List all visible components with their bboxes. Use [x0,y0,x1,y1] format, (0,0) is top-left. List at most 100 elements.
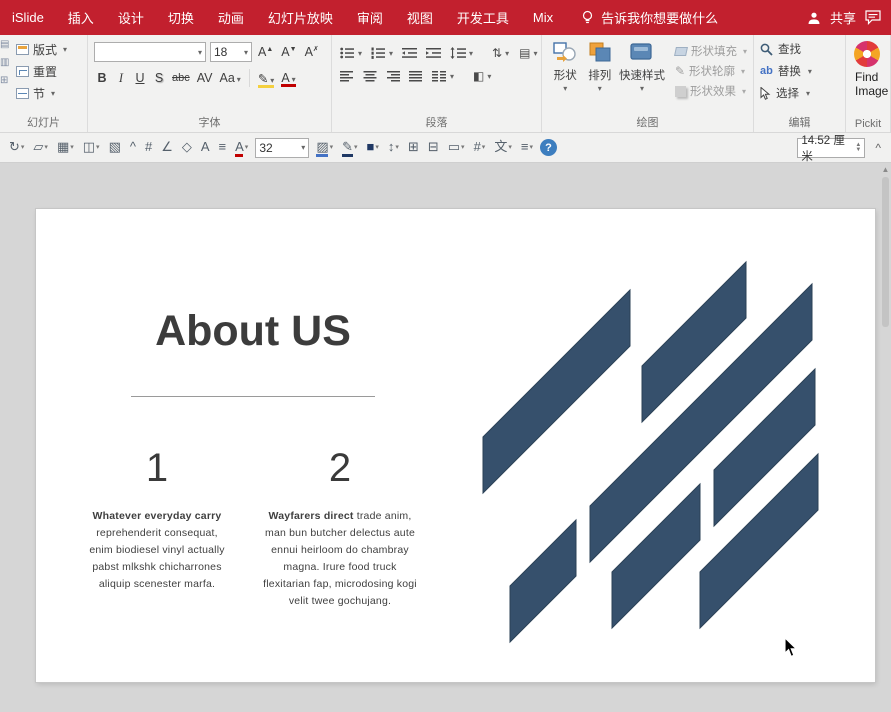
section-button[interactable]: 节 ▾ [16,85,67,102]
convert-smartart-button[interactable]: ◧ ▾ [471,67,493,85]
bullets-button[interactable]: ▾ [338,45,364,61]
menu-tab-slideshow[interactable]: 幻灯片放映 [256,0,345,35]
pickit-logo-icon[interactable] [854,41,880,67]
select-button[interactable]: 选择 ▾ [760,85,839,101]
draw-angle-icon[interactable]: ∠ [158,138,176,158]
ribbon: ▤ ▥ ⊞ 版式 ▾ 重置 节 ▾ 幻灯片 ▾ 18 ▾ A▲ A▼ A✗ B … [0,35,891,133]
slide-canvas[interactable]: About US 1 Whatever everyday carry repre… [0,163,891,712]
collapse-toolbar-icon[interactable]: ^ [875,141,881,155]
vertical-scrollbar[interactable]: ▲ [880,163,891,712]
more-options-icon[interactable]: ≡ ▾ [518,138,536,158]
ribbon-group-slides: ▤ ▥ ⊞ 版式 ▾ 重置 节 ▾ 幻灯片 [0,35,88,132]
insert-caret-icon[interactable]: ^ [127,138,139,158]
reset-slide-button[interactable]: 重置 [16,63,67,80]
replace-button[interactable]: ab 替换 ▾ [760,63,839,79]
clear-formatting-button[interactable]: A✗ [303,44,321,60]
font-size-combobox[interactable]: 18 ▾ [210,42,252,62]
shape-fill-button[interactable]: 形状填充 ▾ [674,43,747,59]
menu-tab-mix[interactable]: Mix [521,0,565,35]
slide-title-textbox[interactable]: About US [73,307,433,356]
spinner-arrows-icon[interactable]: ▲ ▼ [855,142,861,153]
chevron-down-icon: ▾ [96,143,100,151]
shape-outline-button[interactable]: ✎ 形状轮廓 ▾ [675,63,747,79]
text-style-icon[interactable]: 文 ▾ [491,138,515,158]
column-1-text[interactable]: Whatever everyday carry reprehenderit co… [86,508,228,593]
measurement-input[interactable]: 14.52 厘米 ▲ ▼ [797,135,866,163]
align-paragraph-icon[interactable]: ≡ [216,138,230,158]
content-column-2[interactable]: 2 Wayfarers direct trade anim, man bun b… [262,442,418,610]
format-painter-icon[interactable]: ▧ [106,138,124,158]
column-2-text[interactable]: Wayfarers direct trade anim, man bun but… [262,508,418,610]
shape-3d-icon[interactable]: ◇ [179,138,195,158]
change-case-button[interactable]: Aa ▾ [218,70,243,86]
share-button[interactable]: 共享 [830,8,856,27]
menu-tab-transitions[interactable]: 切换 [156,0,206,35]
line-spacing-button[interactable]: ▾ [448,45,475,61]
increase-indent-button[interactable] [424,45,443,61]
menu-tab-insert[interactable]: 插入 [56,0,106,35]
character-spacing-button[interactable]: AV [195,70,215,86]
decrease-indent-button[interactable] [400,45,419,61]
insert-hash-icon[interactable]: # [142,138,155,158]
find-button[interactable]: 查找 [760,41,839,57]
size-combobox[interactable]: 32 ▾ [255,137,310,158]
copy-style-icon[interactable]: ⊟ [425,138,442,158]
text-box-icon[interactable]: A [198,138,213,158]
rotate-shape-icon[interactable]: ↻ ▾ [6,138,27,158]
scroll-up-icon[interactable]: ▲ [880,165,891,174]
bold-button[interactable]: B [94,70,110,86]
align-left-button[interactable] [338,68,356,84]
grow-font-button[interactable]: A▲ [256,44,275,60]
title-divider-line[interactable] [131,396,375,397]
chevron-down-icon: ▾ [244,143,249,151]
menu-tab-developer[interactable]: 开发工具 [445,0,521,35]
row-spacing-icon[interactable]: ↕ ▾ [385,138,402,158]
font-color-icon[interactable]: A ▾ [232,138,251,158]
ribbon-group-drawing: 形状 ▾ 排列 ▾ 快速样式 ▾ 形状填充 ▾ ✎ 形状轮廓 ▾ 形状效果 ▾ … [542,35,754,132]
shrink-font-button[interactable]: A▼ [279,44,298,60]
shapes-button[interactable]: 形状 ▾ [548,41,582,116]
font-color-button[interactable]: A ▾ [279,70,297,87]
column-1-number[interactable]: 1 [86,442,228,494]
slide[interactable]: About US 1 Whatever everyday carry repre… [36,209,875,682]
menu-tab-review[interactable]: 审阅 [345,0,395,35]
strikethrough-button[interactable]: abc [170,71,192,85]
align-center-button[interactable] [361,68,379,84]
menu-tab-view[interactable]: 视图 [395,0,445,35]
grid-guides-icon[interactable]: ▦ ▾ [54,138,77,158]
align-text-button[interactable]: ▤ ▾ [517,44,539,62]
diagonal-stripes-graphic[interactable] [480,252,825,644]
italic-button[interactable]: I [113,70,129,87]
edit-shape-icon[interactable]: ▱ ▾ [30,138,51,158]
justify-button[interactable] [407,68,425,84]
numbering-button[interactable]: ▾ [369,45,395,61]
fill-color-icon[interactable]: ▨ ▾ [313,138,336,158]
insert-rectangle-icon[interactable]: ▭ ▾ [445,138,468,158]
columns-button[interactable]: ▾ [430,68,456,84]
text-shadow-button[interactable]: S [151,70,167,86]
duplicate-object-icon[interactable]: ⊞ [405,138,422,158]
arrange-align-icon[interactable]: ◫ ▾ [80,138,103,158]
text-direction-button[interactable]: ⇅ ▾ [490,44,511,62]
find-image-button[interactable]: Find Image [855,70,888,98]
layout-button[interactable]: 版式 ▾ [16,41,67,58]
line-color-icon[interactable]: ✎ ▾ [339,138,360,158]
theme-color-icon[interactable]: ■ ▾ [364,138,382,158]
comments-icon[interactable] [865,10,881,25]
quick-styles-button[interactable]: 快速样式 ▾ [617,41,667,116]
content-column-1[interactable]: 1 Whatever everyday carry reprehenderit … [86,442,228,593]
menu-tab-islide[interactable]: iSlide [0,0,56,35]
arrange-button[interactable]: 排列 ▾ [582,41,616,116]
help-icon[interactable]: ? [539,139,557,156]
text-highlight-button[interactable]: ✎ ▾ [256,70,277,88]
numbering-format-icon[interactable]: # ▾ [471,138,489,158]
menu-tab-animations[interactable]: 动画 [206,0,256,35]
font-name-combobox[interactable]: ▾ [94,42,206,62]
scrollbar-thumb[interactable] [882,177,889,327]
underline-button[interactable]: U [132,70,148,86]
shape-effects-button[interactable]: 形状效果 ▾ [674,83,747,99]
align-right-button[interactable] [384,68,402,84]
menu-tab-design[interactable]: 设计 [106,0,156,35]
column-2-number[interactable]: 2 [262,442,418,494]
tell-me-search[interactable]: 告诉我你想要做什么 [581,8,718,27]
